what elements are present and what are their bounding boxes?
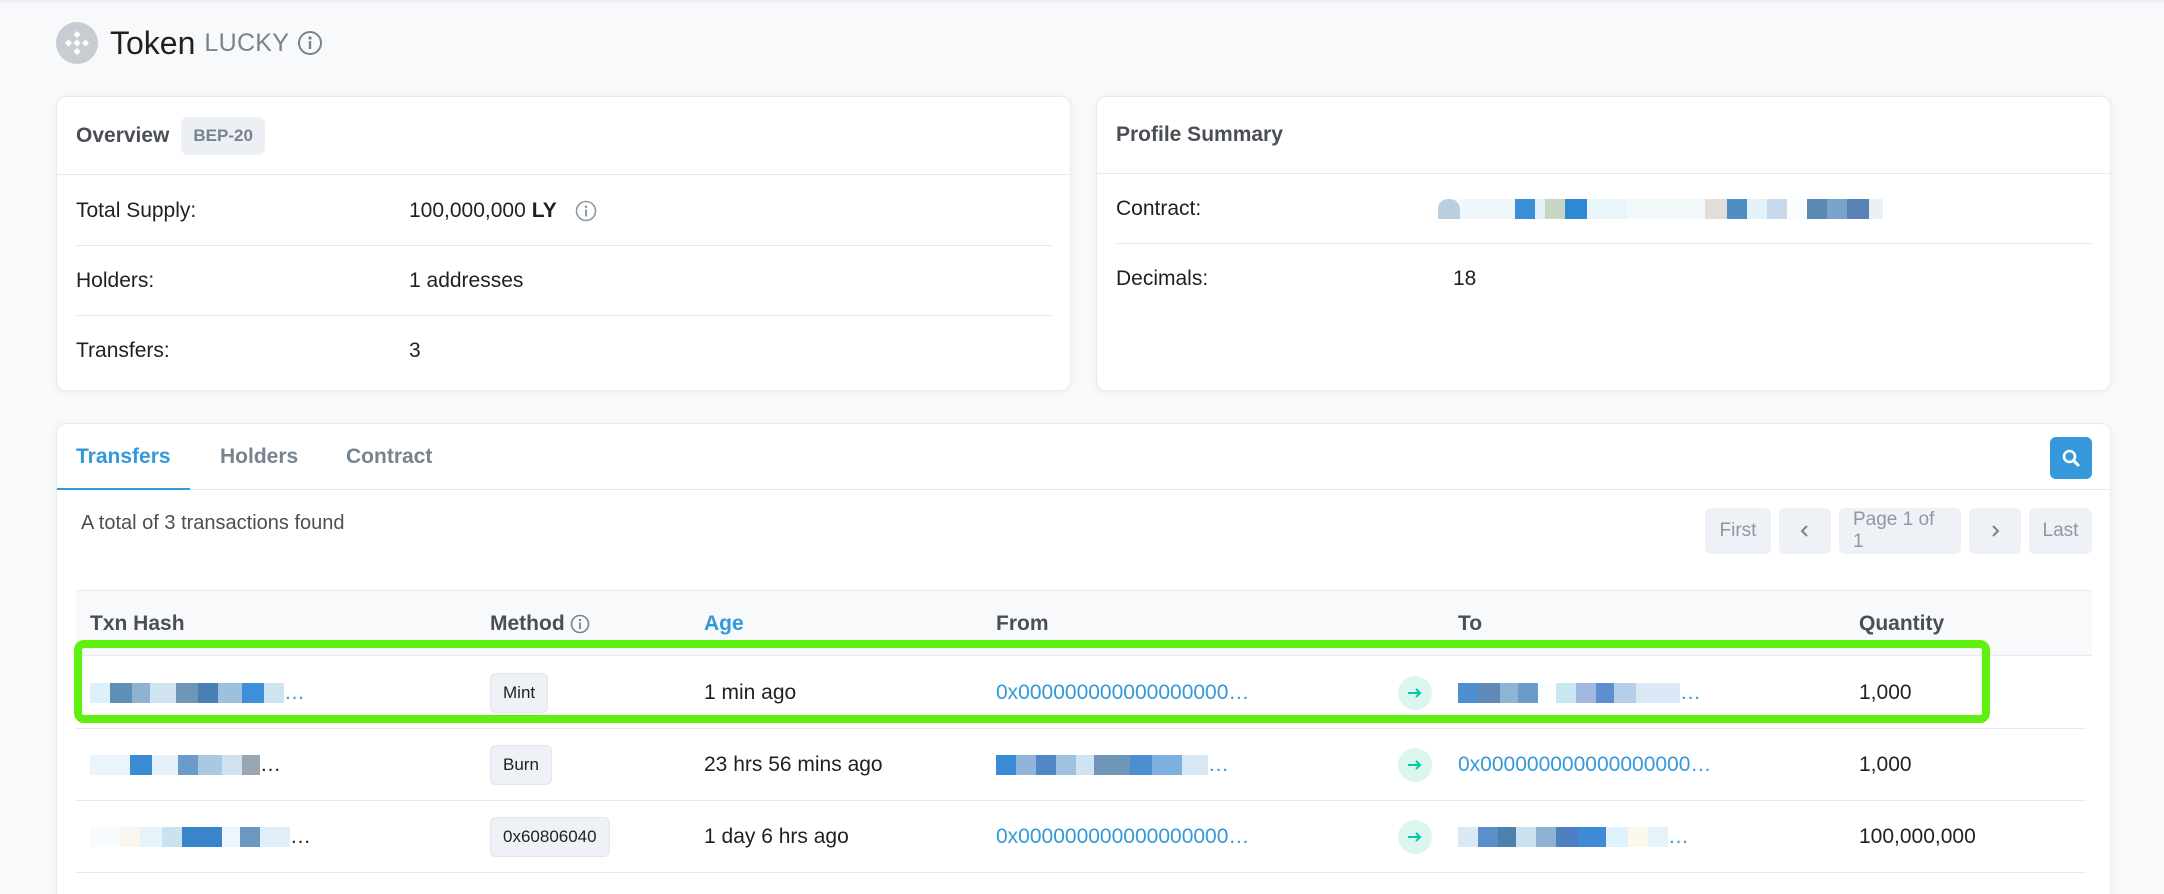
page-indicator: Page 1 of 1 — [1839, 508, 1961, 554]
page-header: Token LUCKY — [56, 20, 323, 66]
search-icon — [2062, 449, 2080, 467]
holders-value[interactable]: 1 addresses — [409, 269, 523, 293]
method-label: 0x60806040 — [490, 817, 610, 857]
info-circle-icon[interactable] — [297, 30, 323, 56]
contract-row: Contract: — [1116, 174, 2092, 244]
decimals-row: Decimals: 18 — [1116, 244, 2092, 314]
to-address-link[interactable]: … — [1458, 801, 1689, 873]
token-standard-badge: BEP-20 — [181, 116, 265, 155]
tab-holders[interactable]: Holders — [220, 424, 298, 490]
transfers-label: Transfers: — [76, 339, 170, 362]
decimals-label: Decimals: — [1116, 267, 1209, 290]
age-cell: 23 hrs 56 mins ago — [704, 753, 883, 776]
next-page-button[interactable] — [1969, 508, 2021, 554]
contract-label: Contract: — [1116, 196, 1202, 220]
profile-header: Profile Summary — [1097, 97, 2110, 174]
column-method: Method — [490, 591, 590, 657]
column-method-label: Method — [490, 612, 565, 635]
chevron-left-icon — [1800, 525, 1808, 537]
first-page-button[interactable]: First — [1705, 508, 1771, 554]
from-address-link[interactable]: 0x000000000000000000… — [996, 657, 1249, 729]
to-address-link[interactable]: 0x000000000000000000… — [1458, 729, 1711, 801]
txn-hash-link[interactable]: … — [90, 801, 311, 873]
arrow-right-icon — [1398, 748, 1432, 782]
bnb-diamond-icon — [56, 22, 98, 64]
method-badge: Burn — [490, 729, 552, 801]
method-badge: 0x60806040 — [490, 801, 610, 873]
column-quantity: Quantity — [1859, 612, 1945, 635]
contract-address-link[interactable] — [1438, 198, 1883, 219]
total-supply-value: 100,000,000 LY — [409, 199, 597, 223]
column-txn-hash: Txn Hash — [90, 612, 185, 635]
decimals-value: 18 — [1453, 267, 1477, 290]
transfer-direction — [1398, 801, 1432, 873]
token-symbol: LUCKY — [204, 28, 290, 57]
table-row: … 0x60806040 1 day 6 hrs ago 0x000000000… — [76, 801, 2086, 873]
total-supply-unit: LY — [531, 198, 557, 222]
column-age[interactable]: Age — [704, 591, 744, 657]
info-circle-icon[interactable] — [575, 200, 597, 222]
transfers-value: 3 — [409, 339, 421, 362]
tab-contract[interactable]: Contract — [346, 424, 432, 490]
quantity-cell: 100,000,000 — [1859, 825, 1976, 848]
info-circle-icon[interactable] — [570, 614, 590, 634]
overview-title: Overview — [76, 123, 170, 147]
holders-label: Holders: — [76, 268, 155, 292]
table-header: Txn Hash Method Age From To Quantity — [76, 590, 2092, 656]
txn-hash-link[interactable]: … — [90, 729, 281, 801]
total-supply-row: Total Supply: 100,000,000 LY — [76, 176, 1052, 246]
chevron-right-icon — [1992, 525, 2000, 537]
method-label: Burn — [490, 745, 552, 785]
transfer-direction — [1398, 657, 1432, 729]
profile-summary-card: Profile Summary Contract: Decimals: 18 — [1096, 96, 2111, 391]
to-address-link[interactable]: … — [1458, 657, 1701, 729]
column-from: From — [996, 612, 1049, 635]
transfer-direction — [1398, 729, 1432, 801]
top-border — [0, 0, 2164, 3]
transactions-summary: A total of 3 transactions found — [81, 512, 345, 534]
from-address-link[interactable]: 0x000000000000000000… — [996, 801, 1249, 873]
column-to: To — [1458, 612, 1483, 635]
method-badge: Mint — [490, 657, 549, 729]
transfers-row: Transfers: 3 — [76, 316, 1052, 386]
tab-bar: Transfers Holders Contract — [57, 424, 2110, 490]
quantity-cell: 1,000 — [1859, 681, 1912, 704]
table-row: … Burn 23 hrs 56 mins ago … 0x0000000000… — [76, 729, 2086, 801]
tab-transfers[interactable]: Transfers — [57, 424, 190, 490]
search-button[interactable] — [2050, 437, 2092, 479]
last-page-button[interactable]: Last — [2029, 508, 2092, 554]
table-row: … Mint 1 min ago 0x000000000000000000… …… — [76, 657, 2086, 729]
prev-page-button[interactable] — [1779, 508, 1831, 554]
age-cell: 1 day 6 hrs ago — [704, 825, 849, 848]
from-address-link[interactable]: … — [996, 729, 1229, 801]
profile-title: Profile Summary — [1116, 123, 1283, 146]
arrow-right-icon — [1398, 820, 1432, 854]
arrow-right-icon — [1398, 676, 1432, 710]
overview-header: Overview BEP-20 — [57, 97, 1070, 175]
total-supply-amount: 100,000,000 — [409, 198, 526, 222]
holders-row: Holders: 1 addresses — [76, 246, 1052, 316]
quantity-cell: 1,000 — [1859, 753, 1912, 776]
method-label: Mint — [490, 673, 549, 713]
pagination: First Page 1 of 1 Last — [1697, 508, 2092, 554]
transfers-card: Transfers Holders Contract A total of 3 … — [56, 423, 2111, 894]
age-cell: 1 min ago — [704, 681, 797, 704]
overview-card: Overview BEP-20 Total Supply: 100,000,00… — [56, 96, 1071, 391]
page-title: Token — [110, 24, 196, 61]
total-supply-label: Total Supply: — [76, 198, 197, 222]
txn-hash-link[interactable]: … — [90, 657, 305, 729]
